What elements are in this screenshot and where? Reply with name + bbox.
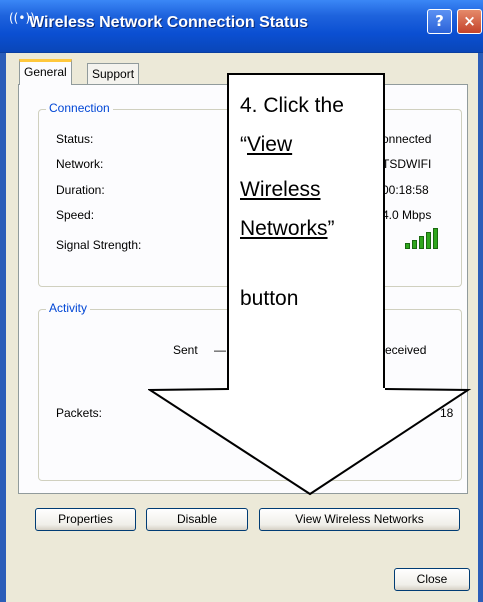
- speed-label: Speed:: [56, 208, 95, 222]
- tab-support[interactable]: Support: [87, 63, 140, 85]
- help-button[interactable]: ?: [427, 9, 452, 34]
- speed-value: 4.0 Mbps: [382, 208, 432, 222]
- network-label: Network:: [56, 157, 104, 171]
- duration-value: 00:18:58: [382, 183, 429, 197]
- disable-button[interactable]: Disable: [146, 508, 248, 531]
- callout-line2: “View: [240, 133, 293, 156]
- callout-line3: Wireless: [240, 178, 321, 201]
- window-title: Wireless Network Connection Status: [29, 14, 309, 31]
- callout-step-text: 4. Click the: [240, 94, 344, 117]
- down-arrow-icon: [148, 388, 472, 496]
- status-value: onnected: [382, 132, 432, 146]
- title-bar: ((•)) Wireless Network Connection Status…: [0, 0, 483, 53]
- packets-label: Packets:: [56, 406, 103, 420]
- connection-group-title: Connection: [46, 101, 113, 115]
- signal-strength-bars-icon: [405, 227, 441, 249]
- activity-group-title: Activity: [46, 301, 91, 315]
- received-label: eceived: [385, 343, 427, 357]
- callout-line4: Networks”: [240, 217, 335, 240]
- tab-general[interactable]: General: [19, 59, 72, 85]
- sent-dash: —: [214, 343, 226, 357]
- view-wireless-networks-button[interactable]: View Wireless Networks: [259, 508, 460, 531]
- signal-strength-label: Signal Strength:: [56, 238, 142, 252]
- close-button[interactable]: Close: [394, 568, 470, 591]
- callout-line5: button: [240, 287, 299, 310]
- sent-label: Sent: [173, 343, 198, 357]
- network-value: TSDWIFI: [382, 157, 432, 171]
- duration-label: Duration:: [56, 183, 105, 197]
- close-window-button[interactable]: ×: [457, 9, 482, 34]
- properties-button[interactable]: Properties: [35, 508, 136, 531]
- status-label: Status:: [56, 132, 94, 146]
